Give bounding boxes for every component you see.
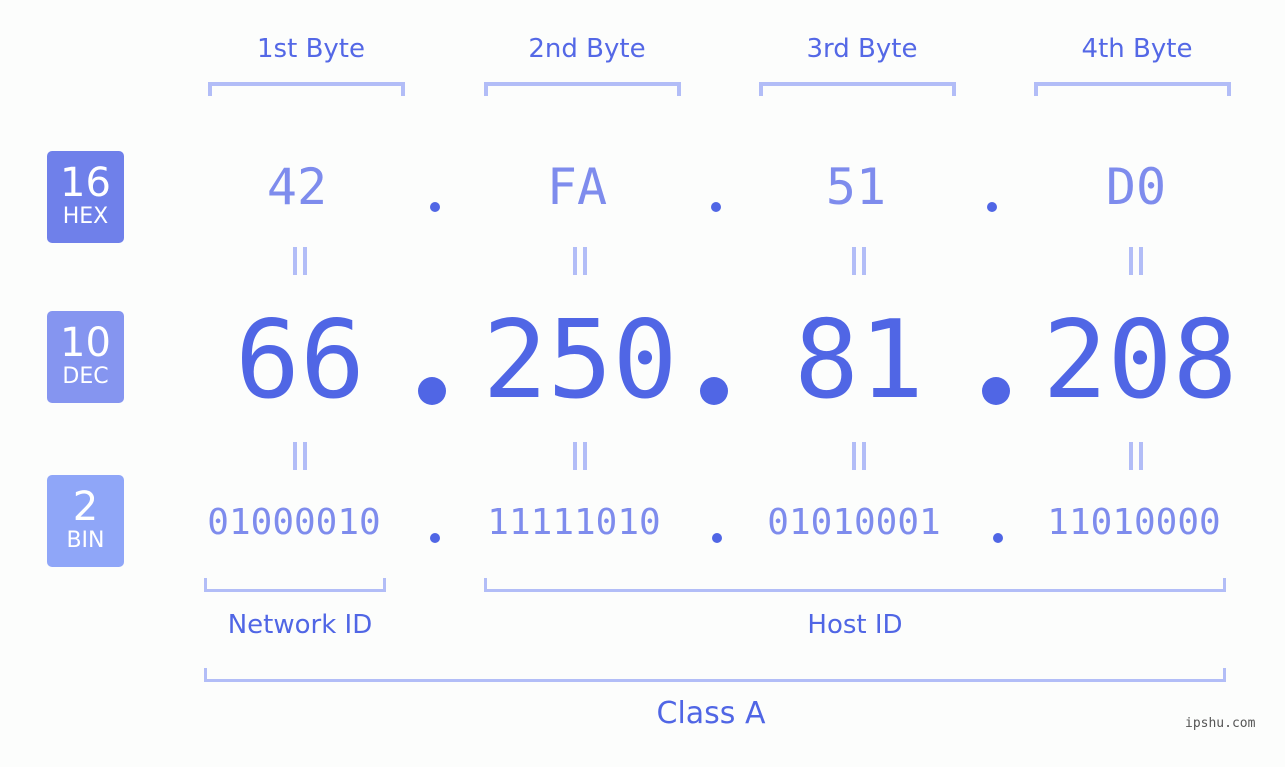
bin-dot-separator [712, 533, 722, 543]
byte-bracket-2 [484, 82, 681, 96]
bin-dot-separator [430, 533, 440, 543]
equals-icon [1129, 247, 1143, 275]
bin-base-label: BIN [66, 528, 105, 553]
hex-dot-separator [987, 202, 997, 212]
dec-badge: 10 DEC [47, 311, 124, 403]
hex-base-number: 16 [60, 160, 111, 206]
equals-icon [293, 247, 307, 275]
host-id-bracket [484, 578, 1226, 592]
dec-dot-separator [418, 377, 446, 405]
equals-icon [852, 247, 866, 275]
host-id-label: Host ID [807, 610, 903, 640]
class-bracket [204, 668, 1226, 682]
bin-value-3: 01010001 [767, 502, 941, 543]
hex-dot-separator [430, 202, 440, 212]
dec-value-4: 208 [1042, 298, 1238, 423]
class-label: Class A [656, 696, 766, 731]
bin-base-number: 2 [72, 484, 99, 530]
dec-dot-separator [982, 377, 1010, 405]
byte-bracket-4 [1034, 82, 1231, 96]
hex-value-2: FA [546, 158, 608, 216]
network-id-bracket [204, 578, 386, 592]
dec-value-1: 66 [234, 298, 366, 423]
equals-icon [293, 442, 307, 470]
hex-dot-separator [711, 202, 721, 212]
equals-icon [573, 247, 587, 275]
byte-bracket-1 [208, 82, 405, 96]
hex-value-3: 51 [825, 158, 887, 216]
equals-icon [1129, 442, 1143, 470]
dec-value-2: 250 [482, 298, 678, 423]
byte-label-4: 4th Byte [1081, 34, 1193, 64]
dec-value-3: 81 [793, 298, 925, 423]
bin-dot-separator [993, 533, 1003, 543]
bin-value-2: 11111010 [487, 502, 661, 543]
hex-badge: 16 HEX [47, 151, 124, 243]
byte-label-1: 1st Byte [257, 34, 365, 64]
equals-icon [573, 442, 587, 470]
hex-base-label: HEX [62, 204, 109, 229]
equals-icon [852, 442, 866, 470]
byte-label-2: 2nd Byte [528, 34, 646, 64]
network-id-label: Network ID [227, 610, 373, 640]
bin-value-4: 11010000 [1047, 502, 1221, 543]
hex-value-4: D0 [1105, 158, 1167, 216]
hex-value-1: 42 [266, 158, 328, 216]
watermark: ipshu.com [1185, 716, 1256, 731]
byte-label-3: 3rd Byte [806, 34, 918, 64]
byte-bracket-3 [759, 82, 956, 96]
dec-base-label: DEC [62, 364, 109, 389]
bin-value-1: 01000010 [207, 502, 381, 543]
dec-base-number: 10 [60, 320, 111, 366]
bin-badge: 2 BIN [47, 475, 124, 567]
dec-dot-separator [700, 377, 728, 405]
